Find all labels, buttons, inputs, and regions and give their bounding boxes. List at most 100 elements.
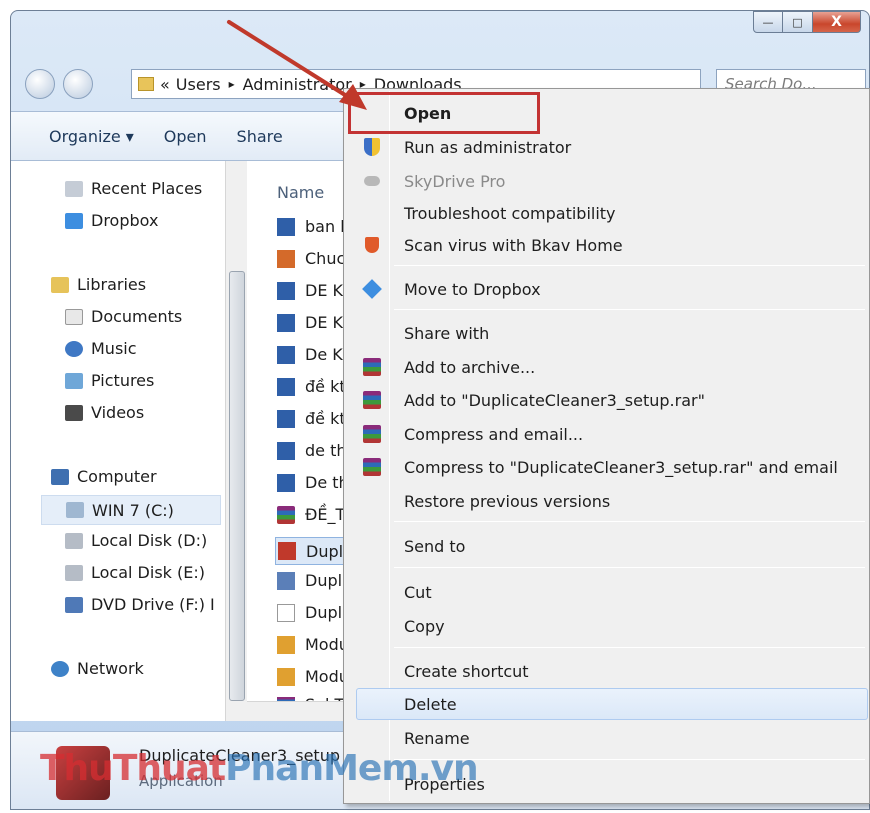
annotation-arrow — [227, 20, 367, 110]
menu-item-share-with[interactable]: Share with — [344, 317, 869, 349]
documents-icon — [65, 308, 83, 325]
menu-separator — [394, 647, 865, 648]
file-item[interactable]: ban k — [277, 217, 349, 236]
file-item[interactable]: đề kt — [277, 409, 346, 428]
word-doc-icon — [277, 345, 295, 364]
libraries-icon — [51, 276, 69, 293]
nav-win7-drive[interactable]: WIN 7 (C:) — [41, 495, 221, 525]
menu-item-restore-versions[interactable]: Restore previous versions — [344, 485, 869, 517]
file-item[interactable]: DE KI — [277, 281, 348, 300]
music-icon — [65, 340, 83, 357]
open-highlight-box — [348, 92, 540, 134]
address-chevron[interactable]: « — [160, 75, 170, 94]
nav-scrollbar[interactable] — [225, 161, 247, 721]
nav-videos[interactable]: Videos — [65, 403, 144, 422]
installer-icon — [277, 571, 295, 590]
nav-dropbox[interactable]: Dropbox — [65, 211, 158, 230]
nav-dvd-drive[interactable]: DVD Drive (F:) I — [65, 595, 215, 614]
menu-item-delete[interactable]: Delete — [356, 688, 868, 720]
file-item[interactable]: ĐỀ_T — [277, 505, 345, 524]
word-doc-icon — [277, 409, 295, 428]
nav-libraries[interactable]: Libraries — [51, 275, 146, 294]
module-icon — [277, 635, 295, 654]
word-doc-icon — [277, 377, 295, 396]
menu-item-add-to-rar[interactable]: Add to "DuplicateCleaner3_setup.rar" — [344, 384, 869, 416]
back-button[interactable] — [25, 69, 55, 99]
file-item[interactable]: Dupli — [277, 571, 347, 590]
dvd-drive-icon — [65, 596, 83, 613]
file-item[interactable]: Modu — [277, 635, 349, 654]
pictures-icon — [65, 372, 83, 389]
share-button[interactable]: Share — [237, 127, 283, 146]
maximize-button[interactable]: □ — [783, 11, 813, 33]
file-item[interactable]: Dupli — [277, 603, 347, 622]
context-menu: Open Run as administrator SkyDrive Pro T… — [343, 88, 870, 804]
winrar-icon — [362, 457, 382, 477]
nav-documents[interactable]: Documents — [65, 307, 182, 326]
file-item[interactable]: đề kt — [277, 377, 346, 396]
menu-separator — [394, 521, 865, 522]
winrar-icon — [277, 505, 295, 524]
menu-separator — [394, 309, 865, 310]
word-doc-icon — [277, 281, 295, 300]
menu-item-add-to-archive[interactable]: Add to archive... — [344, 351, 869, 383]
drive-icon — [66, 502, 84, 518]
nav-network[interactable]: Network — [51, 659, 144, 678]
nav-local-disk-d[interactable]: Local Disk (D:) — [65, 531, 207, 550]
word-doc-icon — [277, 217, 295, 236]
navigation-pane: Recent Places Dropbox Libraries Document… — [11, 161, 237, 721]
menu-item-troubleshoot[interactable]: Troubleshoot compatibility — [344, 197, 869, 229]
nav-scrollbar-thumb[interactable] — [229, 271, 245, 701]
menu-item-run-as-admin[interactable]: Run as administrator — [344, 131, 869, 163]
dropbox-icon — [362, 279, 382, 299]
minimize-button[interactable]: — — [753, 11, 783, 33]
drive-icon — [65, 564, 83, 581]
menu-separator — [394, 265, 865, 266]
organize-button[interactable]: Organize ▾ — [49, 127, 134, 146]
close-button[interactable]: X — [813, 11, 861, 33]
menu-item-send-to[interactable]: Send to — [344, 530, 869, 562]
file-item[interactable]: De Ki — [277, 345, 347, 364]
menu-item-compress-to-rar-email[interactable]: Compress to "DuplicateCleaner3_setup.rar… — [344, 451, 869, 483]
folder-icon — [138, 77, 154, 91]
drive-icon — [65, 532, 83, 549]
watermark-logo: ThuThuatPhanMem.vn — [40, 748, 479, 789]
file-item[interactable]: de th — [277, 441, 347, 460]
forward-button[interactable] — [63, 69, 93, 99]
menu-item-skydrive-pro: SkyDrive Pro — [344, 165, 869, 197]
computer-icon — [51, 468, 69, 485]
shield-icon — [362, 137, 382, 157]
menu-item-create-shortcut[interactable]: Create shortcut — [344, 655, 869, 687]
nav-music[interactable]: Music — [65, 339, 137, 358]
winrar-icon — [362, 424, 382, 444]
open-button[interactable]: Open — [164, 127, 207, 146]
file-item[interactable]: DE KI — [277, 313, 348, 332]
network-icon — [51, 660, 69, 677]
winrar-icon — [362, 390, 382, 410]
menu-item-compress-email[interactable]: Compress and email... — [344, 418, 869, 450]
word-doc-icon — [277, 313, 295, 332]
breadcrumb-users[interactable]: Users — [176, 75, 221, 94]
column-header-name[interactable]: Name — [277, 183, 324, 202]
caption-buttons: — □ X — [753, 11, 861, 41]
nav-computer[interactable]: Computer — [51, 467, 157, 486]
winrar-icon — [362, 357, 382, 377]
nav-pictures[interactable]: Pictures — [65, 371, 154, 390]
file-item[interactable]: De th — [277, 473, 349, 492]
application-icon — [278, 542, 296, 560]
word-doc-icon — [277, 473, 295, 492]
module-icon — [277, 667, 295, 686]
menu-item-move-to-dropbox[interactable]: Move to Dropbox — [344, 273, 869, 305]
file-item[interactable]: Chuc — [277, 249, 345, 268]
videos-icon — [65, 404, 83, 421]
menu-item-cut[interactable]: Cut — [344, 576, 869, 608]
menu-item-copy[interactable]: Copy — [344, 610, 869, 642]
nav-recent-places[interactable]: Recent Places — [65, 179, 202, 198]
menu-item-scan-bkav[interactable]: Scan virus with Bkav Home — [344, 229, 869, 261]
recent-places-icon — [65, 180, 83, 197]
blank-file-icon — [277, 603, 295, 622]
powerpoint-icon — [277, 249, 295, 268]
nav-local-disk-e[interactable]: Local Disk (E:) — [65, 563, 205, 582]
file-item[interactable]: Modu — [277, 667, 349, 686]
skydrive-icon — [362, 171, 382, 191]
